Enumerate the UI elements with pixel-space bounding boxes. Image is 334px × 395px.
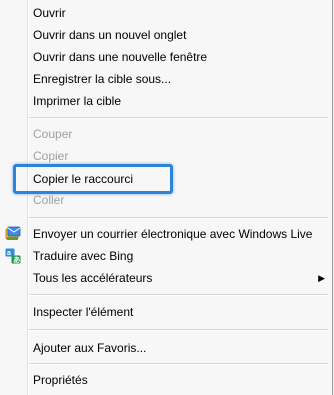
menu-item-label: Tous les accélérateurs (33, 271, 153, 285)
menu-item-label: Propriétés (33, 373, 88, 387)
menu-item-properties[interactable]: Propriétés (0, 369, 332, 391)
menu-separator (29, 294, 328, 296)
svg-text:あ: あ (13, 255, 20, 264)
bing-translate-icon: a あ (5, 248, 21, 264)
menu-item-label: Ouvrir dans une nouvelle fenêtre (33, 50, 208, 64)
menu-item-label: Couper (33, 127, 73, 141)
context-menu: Ouvrir Ouvrir dans un nouvel onglet Ouvr… (0, 0, 333, 395)
menu-item-save-target[interactable]: Enregistrer la cible sous... (0, 68, 332, 90)
menu-separator (29, 217, 328, 219)
menu-item-label: Ajouter aux Favoris... (33, 341, 147, 355)
menu-separator (29, 117, 328, 119)
submenu-arrow-icon: ▶ (318, 273, 325, 283)
menu-item-all-accelerators[interactable]: Tous les accélérateurs ▶ (0, 267, 332, 289)
menu-item-label: Traduire avec Bing (33, 249, 134, 263)
windows-live-mail-icon (5, 226, 21, 242)
menu-item-label: Inspecter l'élément (33, 305, 134, 319)
menu-item-inspect-element[interactable]: Inspecter l'élément (0, 301, 332, 323)
menu-item-print-target[interactable]: Imprimer la cible (0, 90, 332, 112)
menu-item-add-favorites[interactable]: Ajouter aux Favoris... (0, 337, 332, 359)
menu-item-label: Enregistrer la cible sous... (33, 72, 172, 86)
menu-separator (29, 329, 328, 331)
svg-text:a: a (7, 250, 11, 257)
menu-item-open-new-tab[interactable]: Ouvrir dans un nouvel onglet (0, 24, 332, 46)
menu-item-open-new-window[interactable]: Ouvrir dans une nouvelle fenêtre (0, 46, 332, 68)
menu-item-cut: Couper (0, 123, 332, 145)
menu-item-label: Envoyer un courrier électronique avec Wi… (33, 227, 313, 241)
menu-item-label: Imprimer la cible (33, 94, 122, 108)
menu-separator (29, 363, 328, 365)
menu-item-label: Ouvrir dans un nouvel onglet (33, 28, 187, 42)
menu-item-label: Ouvrir (33, 6, 66, 20)
menu-item-open[interactable]: Ouvrir (0, 2, 332, 24)
menu-item-email-windows-live[interactable]: Envoyer un courrier électronique avec Wi… (0, 223, 332, 245)
menu-item-translate-bing[interactable]: a あ Traduire avec Bing (0, 245, 332, 267)
highlight-box (13, 164, 173, 194)
